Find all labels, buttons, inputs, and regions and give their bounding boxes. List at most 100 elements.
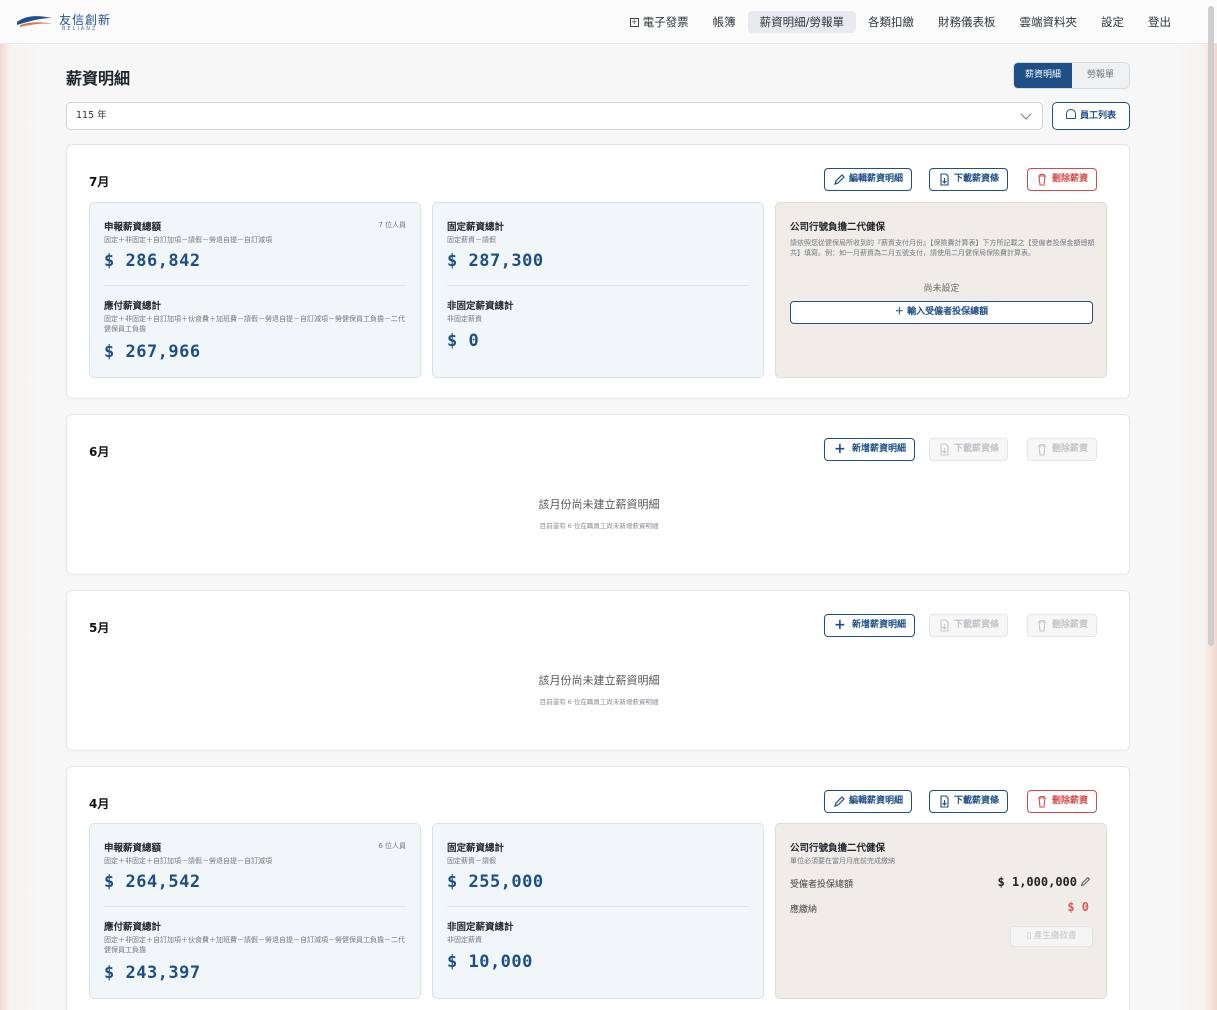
month-card-april: 4月 編輯薪資明細 下載薪資條 刪除薪資 申報薪資總額 6 位人員 固定＋非固定…: [66, 766, 1130, 1010]
trash-icon: [1038, 619, 1046, 632]
salary-summary-box: 申報薪資總額 7 位人員 固定＋非固定＋自訂加項－請假－勞退自提－自訂減項 $ …: [89, 202, 421, 378]
nonfixed-total-amount: $ 0: [447, 331, 480, 351]
company-nhi-label: 公司行號負擔二代健保: [790, 843, 886, 854]
people-count: 6 位人員: [378, 842, 406, 850]
section-divider: [447, 285, 749, 286]
declared-total-label: 申報薪資總額: [104, 843, 162, 854]
salary-summary-box: 申報薪資總額 6 位人員 固定＋非固定＋自訂加項－請假－勞退自提－自訂減項 $ …: [89, 823, 421, 999]
declared-formula: 固定＋非固定＋自訂加項－請假－勞退自提－自訂減項: [104, 857, 272, 865]
nonfixed-formula: 非固定薪資: [447, 315, 482, 323]
company-nhi-box: 公司行號負擔二代健保 單位必須要在當月月底前完成繳納 受僱者投保總額 $ 1,0…: [775, 823, 1107, 999]
pencil-icon: [834, 174, 845, 185]
nhi-deadline-note: 單位必須要在當月月底前完成繳納: [790, 857, 895, 865]
invoice-icon: +: [629, 17, 639, 27]
insured-total-value: $ 1,000,000: [997, 875, 1077, 889]
document-icon: ▯: [1026, 931, 1034, 941]
download-payslip-button[interactable]: 下載薪資條: [929, 168, 1009, 191]
fixed-salary-box: 固定薪資總計 固定薪資－請假 $ 255,000 非固定薪資總計 非固定薪資 $…: [432, 823, 764, 999]
brand-logo[interactable]: 友信創新 BELIANZ: [16, 10, 116, 34]
declared-total-amount: $ 286,842: [104, 251, 201, 271]
trash-icon: [1038, 795, 1046, 808]
nonfixed-total-label: 非固定薪資總計: [447, 301, 514, 312]
amount-due-value: $ 0: [1067, 900, 1089, 914]
delete-payroll-button[interactable]: 刪除薪資: [1027, 168, 1098, 191]
month-card-july: 7月 編輯薪資明細 下載薪資條 刪除薪資 申報薪資總額 7 位人員 固定＋非固定…: [66, 144, 1130, 399]
page-scrollbar[interactable]: [1208, 6, 1214, 646]
nav-dashboard[interactable]: 財務儀表板: [926, 11, 1008, 33]
top-navigation: 友信創新 BELIANZ + 電子發票 帳簿 薪資明細/勞報單 各類扣繳 財務儀表…: [0, 0, 1217, 44]
payable-formula: 固定＋非固定＋自訂加項＋伙食費＋加班費－請假－勞退自提－自訂減項－勞健保員工負擔…: [104, 936, 405, 954]
chevron-down-icon: [1020, 108, 1032, 120]
plus-icon: +: [834, 441, 846, 457]
payable-total-label: 應付薪資總計: [104, 922, 162, 933]
not-set-status: 尚未設定: [923, 284, 960, 294]
payable-formula: 固定＋非固定＋自訂加項＋伙食費＋加班費－請假－勞退自提－自訂減項－勞健保員工負擔…: [104, 315, 405, 333]
declared-formula: 固定＋非固定＋自訂加項－請假－勞退自提－自訂減項: [104, 236, 272, 244]
pencil-icon: [834, 796, 845, 807]
download-icon: [940, 795, 949, 808]
view-segmented-control: 薪資明細 勞報單: [1013, 62, 1130, 89]
people-count: 7 位人員: [378, 221, 406, 229]
nav-e-invoice[interactable]: + 電子發票: [618, 11, 701, 33]
edit-insured-total-icon[interactable]: [1080, 876, 1091, 887]
edit-payroll-button[interactable]: 編輯薪資明細: [824, 168, 913, 191]
wave-icon: [17, 16, 53, 27]
nav-books[interactable]: 帳簿: [701, 11, 748, 33]
payable-total-amount: $ 267,966: [104, 342, 201, 362]
fixed-total-amount: $ 255,000: [447, 872, 544, 892]
fixed-total-amount: $ 287,300: [447, 251, 544, 271]
fixed-total-label: 固定薪資總計: [447, 222, 505, 233]
empty-state-subtitle: 目前還有 6 位在職員工尚未新增薪資明細: [539, 522, 659, 530]
section-divider: [104, 285, 406, 286]
nav-withholding[interactable]: 各類扣繳: [856, 11, 926, 33]
plus-icon: +: [834, 617, 846, 633]
fixed-salary-box: 固定薪資總計 固定薪資－請假 $ 287,300 非固定薪資總計 非固定薪資 $…: [432, 202, 764, 378]
empty-state-title: 該月份尚未建立薪資明細: [538, 498, 660, 511]
download-payslip-button: 下載薪資條: [929, 438, 1009, 461]
download-icon: [940, 173, 949, 186]
payable-total-label: 應付薪資總計: [104, 301, 162, 312]
month-card-june: 6月 + 新增薪資明細 下載薪資條 刪除薪資 該月份尚未建立薪資明細 目前還有 6…: [66, 414, 1130, 575]
nav-cloud-folder[interactable]: 雲端資料夾: [1008, 11, 1090, 33]
nhi-instruction: 請依照您從健保局所收到的『薪資支付月份』【保險費計算表】下方所記載之【受僱者投保…: [790, 239, 1095, 257]
fixed-formula: 固定薪資－請假: [447, 236, 496, 244]
user-icon: [1065, 109, 1076, 119]
nav-logout[interactable]: 登出: [1136, 11, 1183, 33]
selected-year: 115 年: [76, 110, 107, 121]
company-nhi-label: 公司行號負擔二代健保: [790, 222, 886, 233]
brand-subtitle: BELIANZ: [62, 26, 98, 32]
insured-total-label: 受僱者投保總額: [790, 880, 854, 890]
month-title-april: 4月: [89, 797, 110, 811]
nav-settings[interactable]: 設定: [1089, 11, 1136, 33]
main-menu: + 電子發票 帳簿 薪資明細/勞報單 各類扣繳 財務儀表板 雲端資料夾 設定 登出: [618, 11, 1183, 33]
tab-payroll-details[interactable]: 薪資明細: [1014, 63, 1072, 88]
month-card-may: 5月 + 新增薪資明細 下載薪資條 刪除薪資 該月份尚未建立薪資明細 目前還有 6…: [66, 590, 1130, 751]
company-nhi-box: 公司行號負擔二代健保 請依照您從健保局所收到的『薪資支付月份』【保險費計算表】下…: [775, 202, 1107, 378]
input-insured-total-button[interactable]: ＋ 輸入受僱者投保總額: [790, 301, 1093, 324]
nonfixed-total-amount: $ 10,000: [447, 952, 533, 972]
generate-bill-button: ▯ 產生繳款書: [1010, 926, 1093, 947]
download-payslip-button[interactable]: 下載薪資條: [929, 790, 1009, 813]
add-payroll-button[interactable]: + 新增薪資明細: [824, 438, 916, 461]
download-payslip-button: 下載薪資條: [929, 614, 1009, 637]
edit-payroll-button[interactable]: 編輯薪資明細: [824, 790, 913, 813]
delete-payroll-button: 刪除薪資: [1027, 438, 1098, 461]
tab-labor-reports[interactable]: 勞報單: [1072, 63, 1129, 88]
declared-total-label: 申報薪資總額: [104, 222, 162, 233]
empty-state-subtitle: 目前還有 6 位在職員工尚未新增薪資明細: [539, 698, 659, 706]
section-divider: [447, 906, 749, 907]
fixed-formula: 固定薪資－請假: [447, 857, 496, 865]
month-title-may: 5月: [89, 621, 110, 635]
declared-total-amount: $ 264,542: [104, 872, 201, 892]
trash-icon: [1038, 443, 1046, 456]
section-divider: [104, 906, 406, 907]
year-select[interactable]: 115 年: [66, 102, 1043, 130]
employee-list-button[interactable]: 員工列表: [1052, 102, 1130, 130]
payable-total-amount: $ 243,397: [104, 963, 201, 983]
nav-payroll[interactable]: 薪資明細/勞報單: [747, 11, 856, 33]
delete-payroll-button[interactable]: 刪除薪資: [1027, 790, 1098, 813]
download-icon: [940, 443, 949, 456]
delete-payroll-button: 刪除薪資: [1027, 614, 1098, 637]
download-icon: [940, 619, 949, 632]
add-payroll-button[interactable]: + 新增薪資明細: [824, 614, 916, 637]
